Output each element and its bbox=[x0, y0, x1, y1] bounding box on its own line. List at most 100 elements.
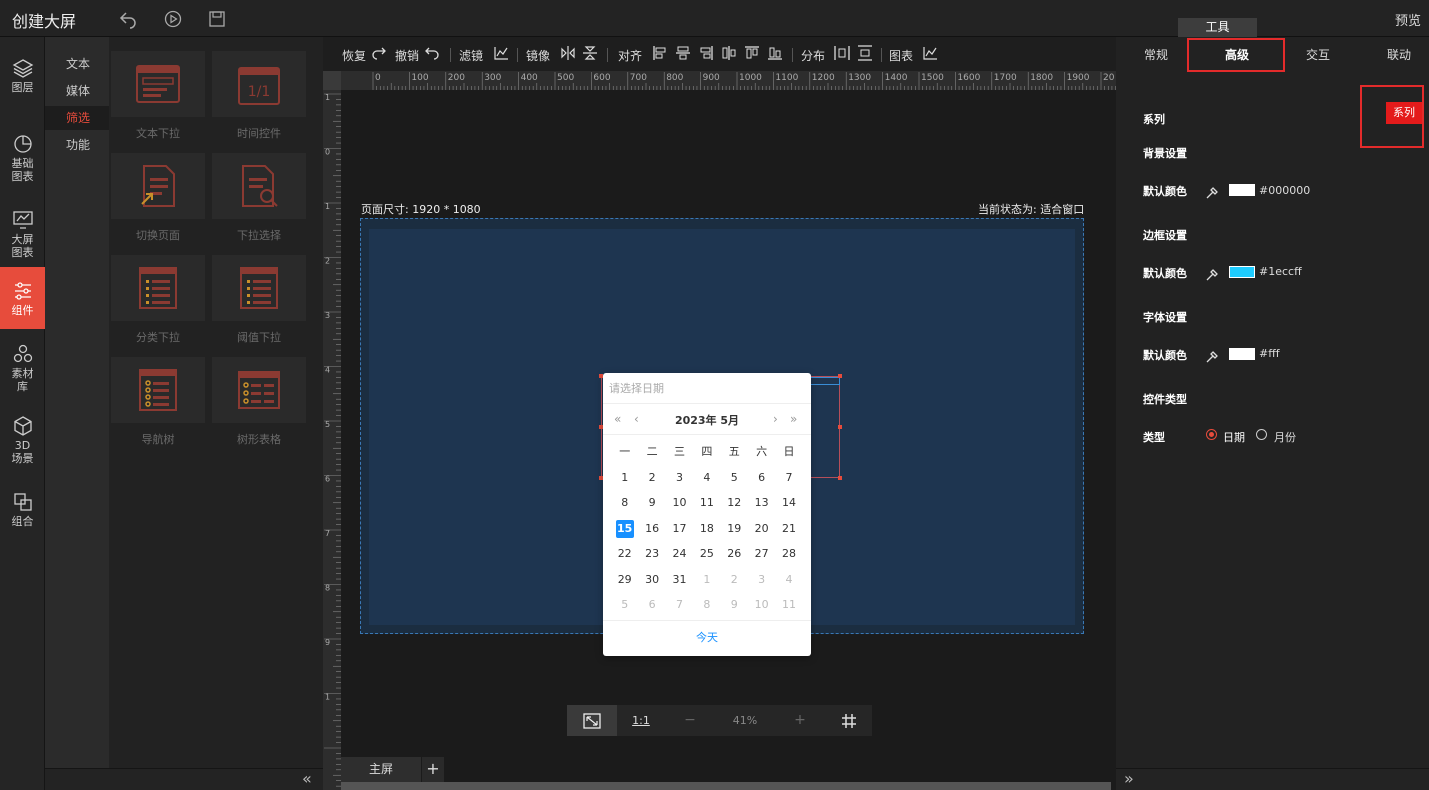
calendar-day[interactable]: 18 bbox=[693, 516, 720, 542]
distribute-button[interactable]: 分布 bbox=[801, 47, 825, 64]
tab-general[interactable]: 常规 bbox=[1116, 37, 1196, 73]
chart-line-icon[interactable] bbox=[922, 45, 938, 64]
resize-handle[interactable] bbox=[838, 374, 842, 378]
zoom-in-button[interactable]: + bbox=[775, 705, 825, 736]
align-bottom-icon[interactable] bbox=[767, 45, 783, 64]
calendar-day[interactable]: 5 bbox=[721, 465, 748, 491]
calendar-day[interactable]: 11 bbox=[775, 592, 802, 618]
type-month-label[interactable]: 月份 bbox=[1274, 429, 1296, 445]
align-button[interactable]: 对齐 bbox=[618, 47, 642, 64]
tab-main-screen[interactable]: 主屏 bbox=[341, 757, 421, 782]
calendar-day[interactable]: 9 bbox=[721, 592, 748, 618]
subnav-function[interactable]: 功能 bbox=[45, 133, 109, 157]
calendar-day[interactable]: 4 bbox=[693, 465, 720, 491]
today-button[interactable]: 今天 bbox=[603, 620, 811, 656]
align-top-icon[interactable] bbox=[744, 45, 760, 64]
calendar-day[interactable]: 30 bbox=[638, 567, 665, 593]
widget-dropdown-select[interactable]: 下拉选择 bbox=[211, 153, 307, 249]
calendar-day[interactable]: 15 bbox=[611, 516, 638, 542]
tab-interaction[interactable]: 交互 bbox=[1278, 37, 1358, 73]
nav-screen-charts[interactable]: 大屏 图表 bbox=[0, 209, 45, 259]
calendar-day[interactable]: 4 bbox=[775, 567, 802, 593]
calendar-day[interactable]: 23 bbox=[638, 541, 665, 567]
calendar-day[interactable]: 7 bbox=[775, 465, 802, 491]
calendar-day[interactable]: 16 bbox=[638, 516, 665, 542]
preview-button[interactable]: 预览 bbox=[1395, 10, 1421, 29]
fit-screen-icon[interactable] bbox=[567, 705, 617, 736]
calendar-day[interactable]: 14 bbox=[775, 490, 802, 516]
undo-button[interactable]: 撤销 bbox=[395, 47, 419, 64]
eyedropper-icon[interactable] bbox=[1205, 348, 1219, 368]
widget-tree-table[interactable]: 树形表格 bbox=[211, 357, 307, 453]
calendar-day[interactable]: 8 bbox=[693, 592, 720, 618]
widget-switch-page[interactable]: 切换页面 bbox=[110, 153, 206, 249]
bg-color-value[interactable]: #000000 bbox=[1259, 184, 1310, 197]
calendar-day[interactable]: 22 bbox=[611, 541, 638, 567]
border-color-swatch[interactable] bbox=[1229, 266, 1255, 278]
calendar-day[interactable]: 5 bbox=[611, 592, 638, 618]
save-icon[interactable] bbox=[207, 9, 227, 29]
nav-layers[interactable]: 图层 bbox=[0, 57, 45, 94]
chart-button[interactable]: 图表 bbox=[889, 47, 913, 64]
collapse-right-icon[interactable]: » bbox=[1124, 769, 1134, 788]
series-tag[interactable]: 系列 bbox=[1386, 102, 1422, 124]
calendar-day[interactable]: 10 bbox=[748, 592, 775, 618]
calendar-day[interactable]: 10 bbox=[666, 490, 693, 516]
border-color-value[interactable]: #1eccff bbox=[1259, 265, 1302, 278]
subnav-text[interactable]: 文本 bbox=[45, 52, 109, 76]
filter-chart-icon[interactable] bbox=[493, 45, 509, 64]
widget-time-control[interactable]: 1/1 时间控件 bbox=[211, 51, 307, 147]
flip-horizontal-icon[interactable] bbox=[560, 45, 576, 64]
calendar-day[interactable]: 2 bbox=[721, 567, 748, 593]
type-date-radio[interactable] bbox=[1206, 429, 1217, 440]
calendar-day[interactable]: 1 bbox=[611, 465, 638, 491]
calendar-day[interactable]: 28 bbox=[775, 541, 802, 567]
horizontal-scrollbar[interactable] bbox=[341, 782, 1111, 790]
widget-category-dropdown[interactable]: 分类下拉 bbox=[110, 255, 206, 351]
eyedropper-icon[interactable] bbox=[1205, 184, 1219, 204]
nav-components[interactable]: 组件 bbox=[0, 267, 45, 329]
calendar-day[interactable]: 6 bbox=[638, 592, 665, 618]
calendar-day[interactable]: 21 bbox=[775, 516, 802, 542]
nav-materials[interactable]: 素材 库 bbox=[0, 343, 45, 393]
align-left-icon[interactable] bbox=[652, 45, 668, 64]
align-center-icon[interactable] bbox=[675, 45, 691, 64]
calendar-day[interactable]: 31 bbox=[666, 567, 693, 593]
calendar-day[interactable]: 25 bbox=[693, 541, 720, 567]
calendar-day[interactable]: 12 bbox=[721, 490, 748, 516]
nav-3d-scene[interactable]: 3D 场景 bbox=[0, 415, 45, 465]
add-screen-button[interactable]: + bbox=[422, 757, 444, 782]
next-month-icon[interactable]: › bbox=[773, 412, 778, 426]
calendar-day[interactable]: 8 bbox=[611, 490, 638, 516]
tab-linkage[interactable]: 联动 bbox=[1359, 37, 1429, 73]
distribute-vertical-icon[interactable] bbox=[857, 45, 873, 64]
calendar-day[interactable]: 29 bbox=[611, 567, 638, 593]
calendar-day[interactable]: 7 bbox=[666, 592, 693, 618]
calendar-day[interactable]: 6 bbox=[748, 465, 775, 491]
type-date-label[interactable]: 日期 bbox=[1223, 429, 1245, 445]
flip-vertical-icon[interactable] bbox=[582, 45, 598, 64]
bg-color-swatch[interactable] bbox=[1229, 184, 1255, 196]
nav-group[interactable]: 组合 bbox=[0, 491, 45, 528]
calendar-day[interactable]: 24 bbox=[666, 541, 693, 567]
type-month-radio[interactable] bbox=[1256, 429, 1267, 440]
date-input[interactable]: 请选择日期 bbox=[603, 373, 811, 404]
widget-nav-tree[interactable]: 导航树 bbox=[110, 357, 206, 453]
calendar-day[interactable]: 13 bbox=[748, 490, 775, 516]
next-year-icon[interactable]: » bbox=[790, 412, 797, 426]
undo-icon[interactable] bbox=[118, 9, 138, 29]
calendar-day[interactable]: 3 bbox=[748, 567, 775, 593]
subnav-media[interactable]: 媒体 bbox=[45, 79, 109, 103]
calendar-day[interactable]: 9 bbox=[638, 490, 665, 516]
redo-icon[interactable] bbox=[371, 45, 387, 64]
eyedropper-icon[interactable] bbox=[1205, 266, 1219, 286]
play-icon[interactable] bbox=[163, 9, 183, 29]
calendar-day[interactable]: 26 bbox=[721, 541, 748, 567]
date-input-component[interactable] bbox=[808, 377, 840, 385]
distribute-horizontal-icon[interactable] bbox=[834, 45, 850, 64]
align-middle-icon[interactable] bbox=[721, 45, 737, 64]
undo-arrow-icon[interactable] bbox=[424, 45, 440, 64]
filter-button[interactable]: 滤镜 bbox=[459, 47, 483, 64]
calendar-day[interactable]: 17 bbox=[666, 516, 693, 542]
align-right-icon[interactable] bbox=[698, 45, 714, 64]
